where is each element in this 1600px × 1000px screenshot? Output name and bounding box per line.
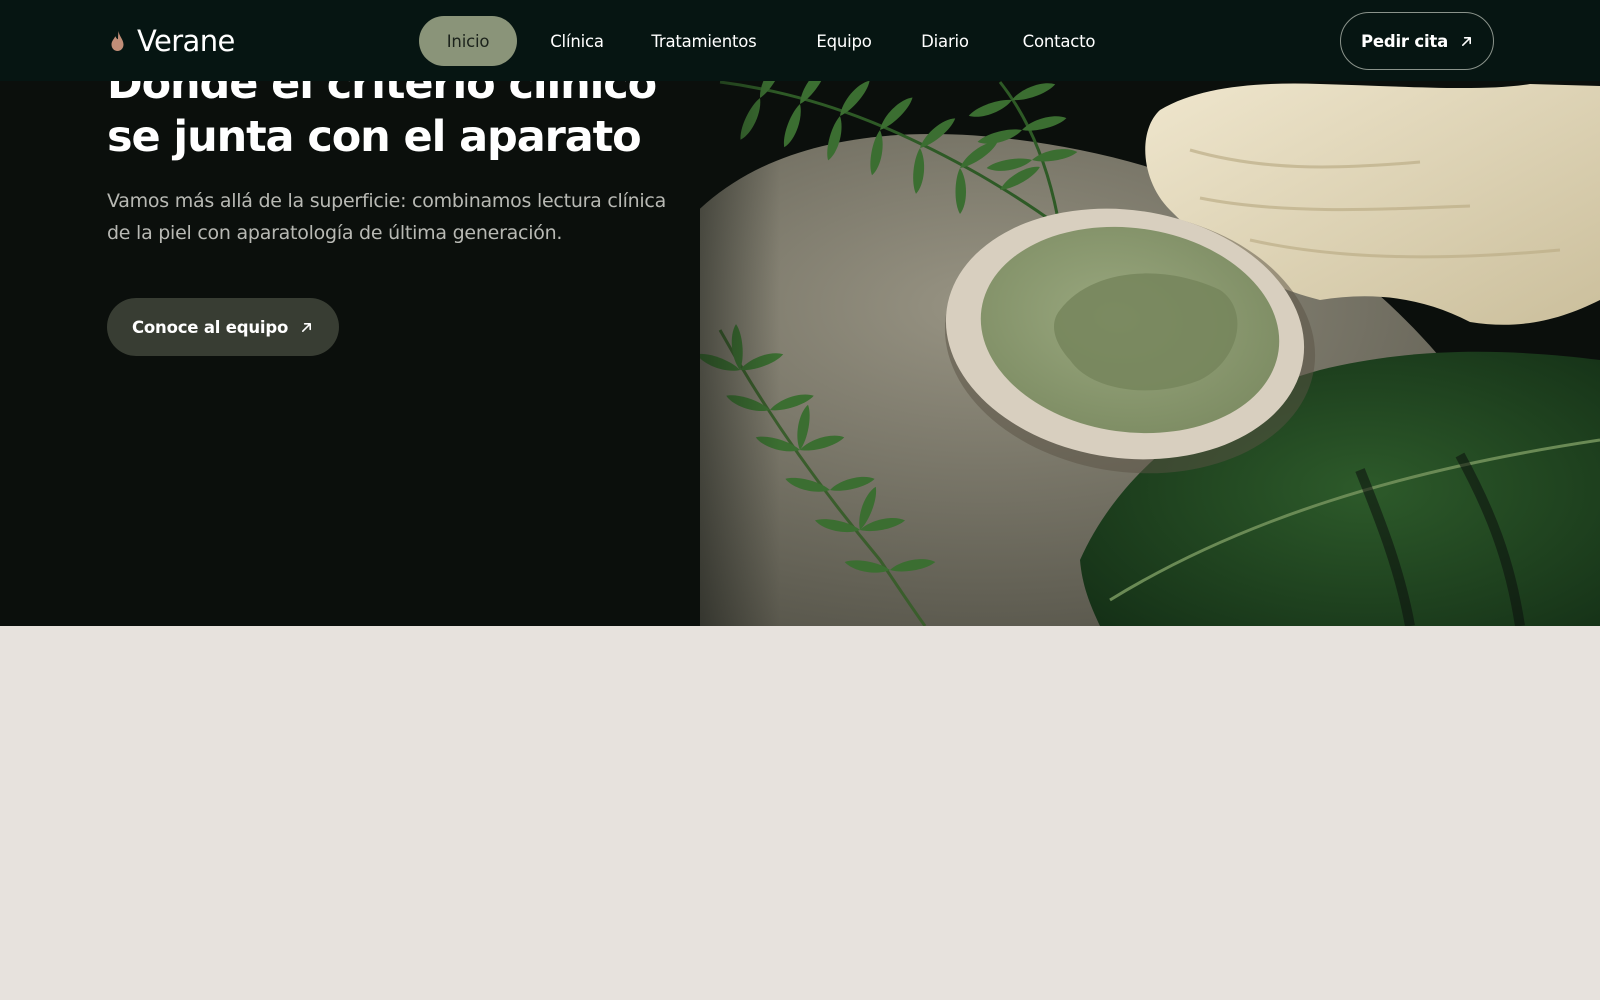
hero-section: Donde el criterio clínico se junta con e…	[0, 0, 1600, 626]
arrow-up-right-icon	[1462, 36, 1472, 46]
arrow-up-right-icon	[302, 322, 312, 332]
hero-subtitle-line: de la piel con aparatología de última ge…	[107, 222, 563, 244]
hero-copy: Donde el criterio clínico se junta con e…	[107, 58, 707, 249]
nav-item-equipo[interactable]: Equipo	[803, 16, 885, 66]
meet-team-button[interactable]: Conoce al equipo	[107, 298, 340, 356]
hero-subtitle: Vamos más allá de la superficie: combina…	[107, 185, 677, 249]
nav-item-diario[interactable]: Diario	[905, 16, 985, 66]
content-section	[0, 626, 1600, 1000]
nav-item-contacto[interactable]: Contacto	[1007, 16, 1111, 66]
brand-logo[interactable]: Verane	[110, 22, 235, 60]
book-appointment-label: Pedir cita	[1360, 31, 1449, 51]
book-appointment-button[interactable]: Pedir cita	[1340, 12, 1494, 70]
hero-title-line: se junta con el aparato	[107, 112, 642, 162]
nav-item-tratamientos[interactable]: Tratamientos	[639, 16, 769, 66]
site-header: Verane Inicio Clínica Tratamientos Equip…	[0, 0, 1600, 81]
nav-item-clinica[interactable]: Clínica	[517, 16, 637, 66]
drop-icon	[111, 31, 124, 51]
brand-name: Verane	[137, 24, 235, 58]
main-nav: Inicio Clínica Tratamientos Equipo Diari…	[419, 16, 1111, 66]
meet-team-label: Conoce al equipo	[132, 317, 289, 337]
hero-subtitle-line: Vamos más allá de la superficie: combina…	[107, 190, 667, 212]
nav-item-inicio[interactable]: Inicio	[419, 16, 517, 66]
